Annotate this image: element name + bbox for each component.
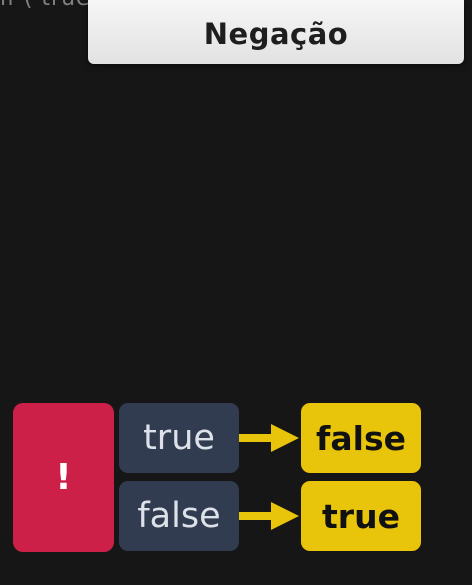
title-banner: Negação: [88, 0, 464, 64]
output-value-true: true: [301, 481, 421, 551]
arrow-right-icon: [239, 424, 299, 452]
output-value-false: false: [301, 403, 421, 473]
input-value-false: false: [119, 481, 239, 551]
input-value-true: true: [119, 403, 239, 473]
input-label: true: [143, 418, 215, 458]
slide-title: Negação: [203, 17, 349, 51]
output-label: true: [322, 496, 400, 536]
output-label: false: [316, 418, 406, 458]
input-label: false: [137, 496, 221, 536]
operator-symbol: !: [55, 457, 72, 498]
not-operator-box: !: [13, 403, 114, 552]
arrow-right-icon: [239, 502, 299, 530]
